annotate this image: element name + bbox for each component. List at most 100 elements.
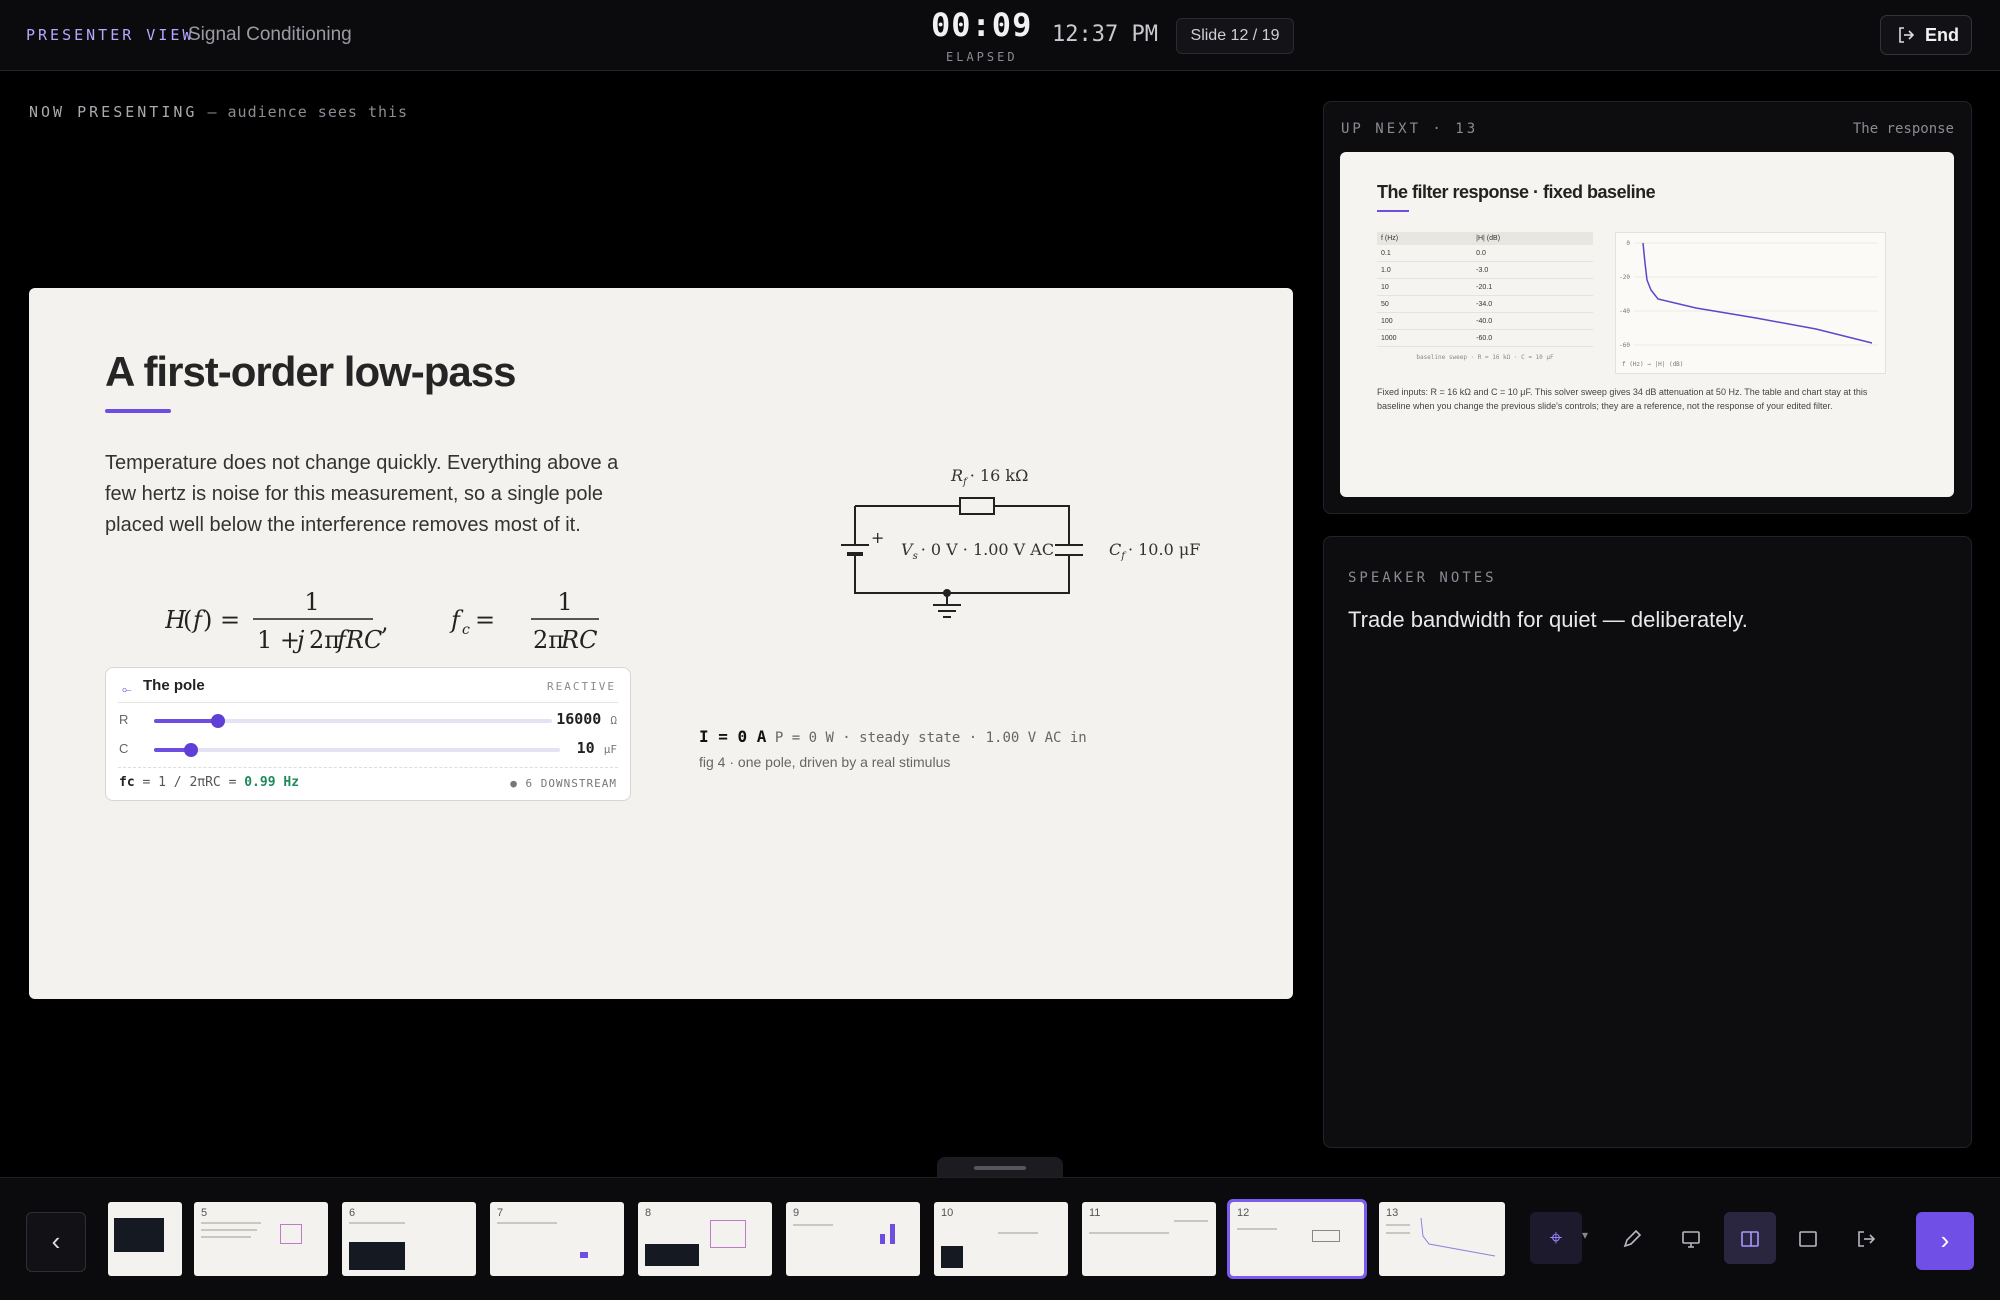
svg-text:=: = bbox=[475, 606, 495, 634]
blank-screen-icon bbox=[1799, 1231, 1817, 1247]
table-cell: 10 bbox=[1377, 278, 1473, 296]
thumbnail-6[interactable]: 6 bbox=[342, 1202, 476, 1276]
thumb-box bbox=[710, 1220, 746, 1248]
mode-label: PRESENTER VIEW bbox=[26, 26, 195, 44]
thumb-line bbox=[201, 1222, 261, 1224]
r-slider-handle[interactable] bbox=[210, 714, 225, 728]
next-slide-title: The filter response · fixed baseline bbox=[1377, 182, 1656, 202]
pen-icon bbox=[1623, 1230, 1642, 1248]
thumbnail-number: 9 bbox=[793, 1207, 800, 1219]
speaker-notes-text: Trade bandwidth for quiet — deliberately… bbox=[1348, 607, 1748, 632]
c-value: 10 μF bbox=[577, 739, 617, 757]
thumbnail-number: 8 bbox=[645, 1207, 652, 1219]
next-title-underline bbox=[1377, 210, 1409, 212]
resistor-label: Rf · 16 kΩ bbox=[950, 466, 1028, 488]
sidebar-toggle-button[interactable] bbox=[1724, 1212, 1776, 1264]
c-slider[interactable] bbox=[154, 743, 560, 757]
thumbnail-5[interactable]: 5 bbox=[194, 1202, 328, 1276]
r-value-number: 16000 bbox=[556, 710, 602, 728]
thumb-line bbox=[1386, 1232, 1410, 1234]
table-row: 50 -34.0 bbox=[1377, 295, 1593, 313]
current-value: I = 0 A bbox=[699, 727, 767, 746]
laser-pointer-button[interactable]: ⌖ bbox=[1530, 1212, 1582, 1264]
monitor-icon bbox=[1682, 1231, 1700, 1248]
c-label: C bbox=[119, 741, 129, 756]
speaker-notes-panel: SPEAKER NOTES Trade bandwidth for quiet … bbox=[1323, 536, 1972, 1148]
thumbnail-7[interactable]: 7 bbox=[490, 1202, 624, 1276]
source-label: Vs · 0 V · 1.00 V AC bbox=[901, 540, 1054, 562]
next-slide-preview[interactable]: The filter response · fixed baseline f (… bbox=[1340, 152, 1954, 497]
svg-text:1: 1 bbox=[304, 588, 319, 616]
thumbnail-11[interactable]: 11 bbox=[1082, 1202, 1216, 1276]
svg-text:fRC: fRC bbox=[335, 626, 382, 654]
wire-bottom bbox=[854, 555, 1070, 594]
thumbnail-10[interactable]: 10 bbox=[934, 1202, 1068, 1276]
thumbnail-number: 11 bbox=[1089, 1207, 1101, 1219]
downstream-label: 6 DOWNSTREAM bbox=[525, 777, 617, 790]
figure-caption: fig 4 · one pole, driven by a real stimu… bbox=[699, 754, 951, 770]
thumbnail-13[interactable]: 13 bbox=[1379, 1202, 1505, 1276]
display-button[interactable] bbox=[1665, 1212, 1717, 1264]
thumb-terminal-block bbox=[349, 1242, 405, 1270]
r-unit: Ω bbox=[610, 714, 617, 727]
up-next-label: UP NEXT · 13 bbox=[1341, 121, 1479, 137]
svg-text:) =: ) = bbox=[203, 606, 240, 634]
thumbnail-12[interactable]: 12 bbox=[1227, 1199, 1367, 1279]
slide-filmstrip: ‹ 5 6 7 8 9 10 11 12 13 ⌖ ▾ › bbox=[0, 1177, 2000, 1300]
exit-icon bbox=[1858, 1231, 1876, 1247]
slide-counter[interactable]: Slide 12 / 19 bbox=[1176, 18, 1294, 54]
current-slide: A first-order low-pass Temperature does … bbox=[29, 288, 1293, 999]
divider bbox=[118, 702, 618, 703]
top-bar: PRESENTER VIEW Signal Conditioning 00:09… bbox=[0, 0, 2000, 71]
chart-tick: 0 bbox=[1626, 240, 1630, 247]
sidebar-icon bbox=[1741, 1231, 1759, 1247]
chart-tick: -60 bbox=[1619, 342, 1630, 349]
table-row: 10 -20.1 bbox=[1377, 278, 1593, 296]
pole-icon: ⟜ bbox=[122, 682, 132, 696]
chevron-left-icon: ‹ bbox=[51, 1226, 61, 1256]
thumb-line bbox=[497, 1222, 557, 1224]
pointer-icon: ⌖ bbox=[1549, 1225, 1563, 1250]
table-cell: -40.0 bbox=[1472, 312, 1593, 330]
r-label: R bbox=[119, 712, 129, 727]
next-slide-button[interactable]: › bbox=[1916, 1212, 1974, 1270]
thumbnail-number: 7 bbox=[497, 1207, 504, 1219]
thumb-line bbox=[201, 1229, 257, 1231]
exit-presentation-button[interactable] bbox=[1840, 1212, 1892, 1264]
svg-text:(: ( bbox=[183, 606, 192, 634]
chevron-down-icon[interactable]: ▾ bbox=[1582, 1228, 1588, 1242]
blank-screen-button[interactable] bbox=[1782, 1212, 1834, 1264]
previous-slide-button[interactable]: ‹ bbox=[26, 1212, 86, 1272]
thumb-line bbox=[1237, 1228, 1277, 1230]
table-cell: -20.1 bbox=[1472, 278, 1593, 296]
thumbnail-9[interactable]: 9 bbox=[786, 1202, 920, 1276]
table-header: f (Hz) bbox=[1377, 232, 1473, 245]
thumbnail-8[interactable]: 8 bbox=[638, 1202, 772, 1276]
thumb-line bbox=[1386, 1224, 1410, 1226]
table-cell: 50 bbox=[1377, 295, 1473, 313]
downstream-count: ● 6 DOWNSTREAM bbox=[510, 777, 617, 790]
circuit-readout: I = 0 A P = 0 W · steady state · 1.00 V … bbox=[699, 727, 1087, 746]
table-cell: 1.0 bbox=[1377, 261, 1473, 279]
table-caption: baseline sweep · R = 16 kΩ · C = 10 μF bbox=[1416, 354, 1554, 361]
slide-title: A first-order low-pass bbox=[105, 348, 517, 395]
pole-title: The pole bbox=[143, 677, 205, 694]
ground-node bbox=[943, 589, 951, 597]
pen-button[interactable] bbox=[1606, 1212, 1658, 1264]
r-slider[interactable] bbox=[154, 714, 552, 728]
chart-tick: -20 bbox=[1619, 274, 1630, 281]
resistor-symbol bbox=[959, 497, 995, 515]
pole-control-card: ⟜ The pole REACTIVE R 16000 Ω C 10 μF fc… bbox=[105, 667, 631, 801]
thumb-terminal-block bbox=[941, 1246, 963, 1268]
up-next-panel: UP NEXT · 13 The response The filter res… bbox=[1323, 101, 1972, 514]
thumb-chart bbox=[1420, 1217, 1496, 1257]
svg-text:c: c bbox=[462, 622, 470, 638]
drawer-handle[interactable] bbox=[937, 1157, 1063, 1179]
thumb-line bbox=[1089, 1232, 1169, 1234]
title-underline bbox=[105, 409, 171, 413]
slide-body-text: Temperature does not change quickly. Eve… bbox=[105, 452, 619, 536]
end-button[interactable]: End bbox=[1880, 15, 1972, 55]
thumbnail-4[interactable] bbox=[108, 1202, 182, 1276]
elapsed-timer: 00:09 bbox=[931, 6, 1033, 44]
c-slider-handle[interactable] bbox=[183, 743, 198, 757]
